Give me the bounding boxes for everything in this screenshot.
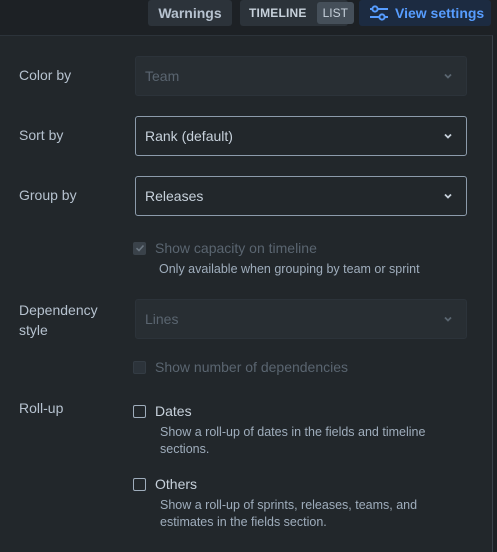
rollup-others-helper: Show a roll-up of sprints, releases, tea… — [160, 498, 418, 529]
chevron-down-icon — [442, 70, 454, 82]
chevron-down-icon — [442, 190, 454, 202]
view-settings-label: View settings — [395, 5, 485, 21]
color-by-label: Color by — [19, 67, 72, 83]
chevron-down-icon — [442, 130, 454, 142]
view-settings-button[interactable]: View settings — [359, 0, 491, 26]
rollup-dates-helper: Show a roll-up of dates in the fields an… — [160, 425, 426, 456]
toolbar: Warnings TIMELINE LIST View settings — [0, 0, 497, 34]
color-by-select: Team — [135, 56, 467, 96]
group-by-value: Releases — [145, 188, 204, 204]
show-capacity-checkbox — [133, 241, 146, 255]
rollup-others-label[interactable]: Others — [155, 476, 197, 492]
show-dependencies-checkbox-row: Show number of dependencies — [133, 359, 348, 375]
color-by-value: Team — [145, 68, 180, 84]
show-capacity-checkbox-row: Show capacity on timeline — [133, 240, 317, 256]
rollup-dates-row[interactable]: Dates — [133, 403, 192, 419]
view-mode-toggle: TIMELINE LIST — [240, 0, 354, 26]
warnings-button[interactable]: Warnings — [148, 0, 232, 26]
dependency-style-value: Lines — [145, 311, 179, 327]
rollup-others-checkbox[interactable] — [133, 477, 146, 491]
show-dependencies-label: Show number of dependencies — [155, 359, 349, 375]
rollup-others-row[interactable]: Others — [133, 476, 197, 492]
dependency-style-select: Lines — [135, 299, 467, 339]
timeline-toggle[interactable]: TIMELINE — [249, 6, 307, 20]
rollup-label: Roll-up — [19, 400, 64, 416]
group-by-label: Group by — [19, 187, 77, 203]
sort-by-select[interactable]: Rank (default) — [135, 116, 467, 156]
group-by-select[interactable]: Releases — [135, 176, 467, 216]
chevron-down-icon — [442, 313, 454, 325]
show-dependencies-checkbox — [133, 360, 146, 374]
dependency-style-label: Dependency style — [19, 302, 98, 338]
show-capacity-label: Show capacity on timeline — [155, 240, 317, 256]
view-settings-panel: Color by Team Sort by Rank (default) Gro… — [0, 35, 493, 552]
show-capacity-helper: Only available when grouping by team or … — [159, 262, 420, 276]
rollup-dates-label[interactable]: Dates — [155, 403, 192, 419]
sliders-icon — [369, 5, 389, 21]
sort-by-label: Sort by — [19, 127, 64, 143]
rollup-dates-checkbox[interactable] — [133, 404, 146, 418]
list-toggle[interactable]: LIST — [316, 2, 354, 24]
sort-by-value: Rank (default) — [145, 128, 233, 144]
panel-edge — [493, 35, 497, 552]
